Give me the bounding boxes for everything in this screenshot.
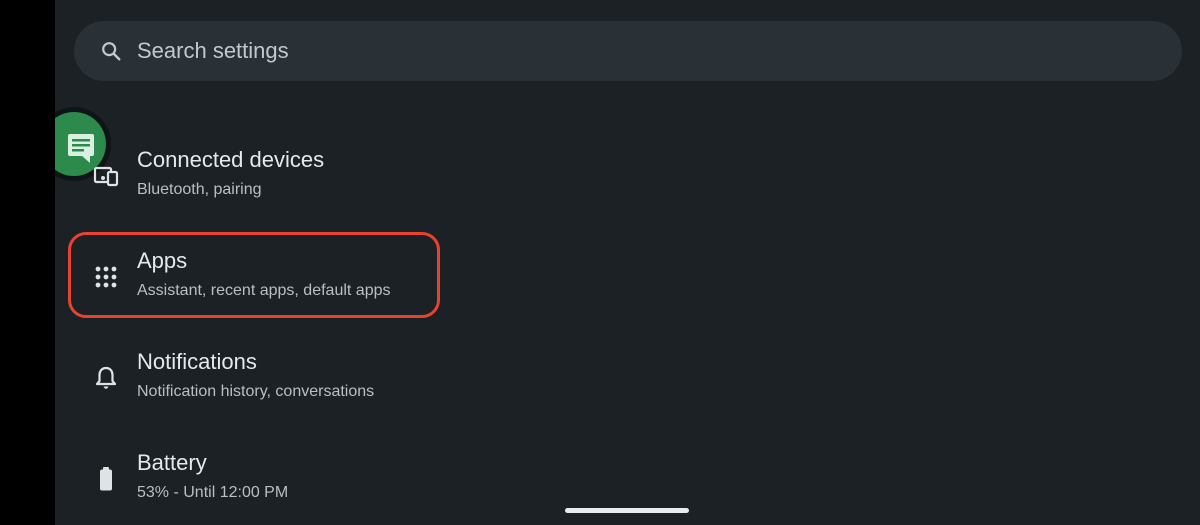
battery-icon — [100, 467, 112, 491]
item-title: Connected devices — [137, 147, 325, 172]
bell-icon — [95, 366, 117, 389]
connected-devices-icon — [93, 166, 119, 187]
settings-item-connected-devices[interactable]: Connected devices Bluetooth, pairing — [69, 130, 439, 218]
item-title: Apps — [137, 248, 188, 273]
item-title: Notifications — [137, 349, 257, 374]
settings-item-apps[interactable]: Apps Assistant, recent apps, default app… — [69, 231, 439, 319]
settings-item-notifications[interactable]: Notifications Notification history, conv… — [69, 332, 439, 420]
item-subtitle: Bluetooth, pairing — [137, 181, 262, 198]
gesture-navigation-handle[interactable] — [565, 508, 689, 513]
search-icon — [102, 42, 121, 61]
search-placeholder: Search settings — [137, 38, 289, 63]
settings-screen: Search settings Connected devices Blueto… — [55, 0, 1200, 525]
item-subtitle: Notification history, conversations — [137, 383, 375, 400]
apps-grid-icon — [95, 266, 117, 288]
item-title: Battery — [137, 450, 207, 475]
search-bar[interactable]: Search settings — [74, 21, 1182, 81]
item-subtitle: 53% - Until 12:00 PM — [137, 484, 289, 501]
settings-item-battery[interactable]: Battery 53% - Until 12:00 PM — [69, 433, 439, 521]
item-subtitle: Assistant, recent apps, default apps — [137, 282, 391, 299]
